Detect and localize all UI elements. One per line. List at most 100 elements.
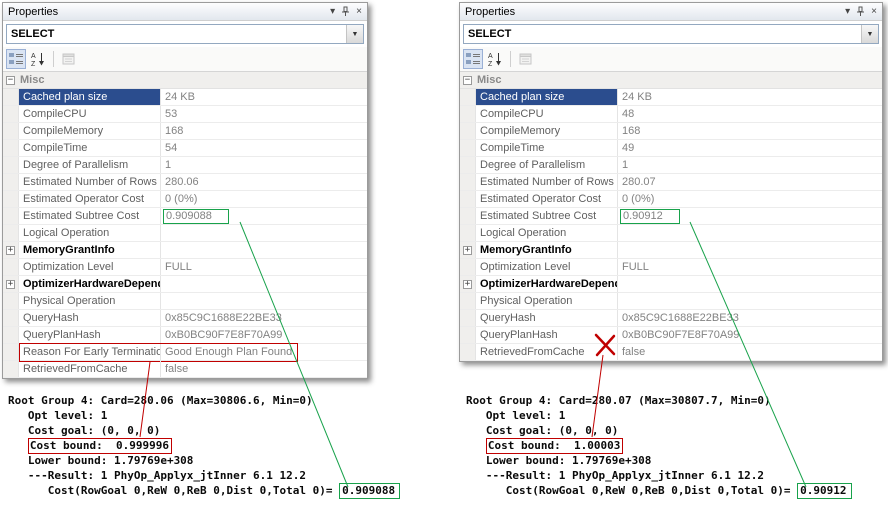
property-row[interactable]: Estimated Operator Cost 0 (0%) [3, 191, 367, 208]
property-grid: − Misc Cached plan size 24 KB CompileCPU 48… [460, 72, 882, 361]
expand-icon[interactable]: + [6, 245, 15, 255]
row-gutter [3, 208, 19, 224]
property-value [161, 242, 367, 258]
panel-titlebar[interactable]: Properties ▾ × [460, 3, 882, 21]
object-selector-dropdown[interactable]: SELECT ▼ [463, 24, 879, 44]
dropdown-arrow-icon[interactable]: ▼ [861, 25, 878, 43]
category-row-misc[interactable]: − Misc [460, 72, 882, 89]
panel-titlebar[interactable]: Properties ▾ × [3, 3, 367, 21]
property-row[interactable]: Cached plan size 24 KB [3, 89, 367, 106]
property-row[interactable]: RetrievedFromCache false [3, 361, 367, 378]
row-gutter [3, 327, 19, 343]
close-icon[interactable]: × [871, 6, 877, 17]
property-row[interactable]: RetrievedFromCache false [460, 344, 882, 361]
property-row[interactable]: Estimated Subtree Cost 0.90912 [460, 208, 882, 225]
memo-line: Opt level: 1 [466, 408, 852, 423]
object-selector-dropdown[interactable]: SELECT ▼ [6, 24, 364, 44]
property-row[interactable]: Physical Operation [3, 293, 367, 310]
property-row[interactable]: + MemoryGrantInfo [3, 242, 367, 259]
expand-icon-cell[interactable]: + [460, 276, 476, 292]
pin-icon[interactable] [341, 6, 350, 17]
property-name: Degree of Parallelism [476, 157, 618, 173]
property-pages-icon[interactable] [59, 49, 79, 69]
memo-text: Cost goal: (0, 0, 0) [466, 424, 619, 437]
pin-icon[interactable] [856, 6, 865, 17]
property-row[interactable]: Physical Operation [460, 293, 882, 310]
collapse-icon[interactable]: − [463, 75, 472, 85]
memo-line: Lower bound: 1.79769e+308 [466, 453, 852, 468]
dropdown-arrow-icon[interactable]: ▼ [346, 25, 363, 43]
property-row[interactable]: CompileTime 54 [3, 140, 367, 157]
collapse-icon[interactable]: − [6, 75, 15, 85]
property-row[interactable]: CompileCPU 53 [3, 106, 367, 123]
property-value: FULL [622, 261, 649, 273]
property-value [618, 225, 882, 241]
memo-line: Cost bound: 0.999996 [8, 438, 400, 454]
property-row[interactable]: Optimization Level FULL [460, 259, 882, 276]
property-value: 0x85C9C1688E22BE33 [165, 312, 282, 324]
property-row[interactable]: CompileMemory 168 [460, 123, 882, 140]
row-gutter [460, 208, 476, 224]
property-row[interactable]: QueryPlanHash 0xB0BC90F7E8F70A99 [460, 327, 882, 344]
property-row[interactable]: Logical Operation [3, 225, 367, 242]
property-row[interactable]: QueryHash 0x85C9C1688E22BE33 [460, 310, 882, 327]
expand-icon-cell[interactable]: + [3, 276, 19, 292]
memo-text: Opt level: 1 [8, 409, 108, 422]
property-value [161, 225, 367, 241]
property-row[interactable]: QueryPlanHash 0xB0BC90F7E8F70A99 [3, 327, 367, 344]
row-gutter [460, 310, 476, 326]
property-row[interactable]: Optimization Level FULL [3, 259, 367, 276]
row-gutter [3, 344, 19, 360]
memo-text: ---Result: 1 PhyOp_Applyx_jtInner 6.1 12… [8, 469, 307, 482]
expand-icon[interactable]: + [463, 279, 472, 289]
property-row[interactable]: + OptimizerHardwareDependen [460, 276, 882, 293]
property-pages-icon[interactable] [516, 49, 536, 69]
expand-icon-cell[interactable]: + [3, 242, 19, 258]
property-grid: − Misc Cached plan size 24 KB CompileCPU 53… [3, 72, 367, 378]
property-row[interactable]: Estimated Number of Rows 280.06 [3, 174, 367, 191]
expand-icon[interactable]: + [463, 245, 472, 255]
property-row[interactable]: Estimated Operator Cost 0 (0%) [460, 191, 882, 208]
category-row-misc[interactable]: − Misc [3, 72, 367, 89]
property-row[interactable]: Estimated Subtree Cost 0.909088 [3, 208, 367, 225]
property-name: CompileMemory [476, 123, 618, 139]
property-row[interactable]: Reason For Early Termination Good Enough … [3, 343, 367, 362]
property-value [618, 276, 882, 292]
memo-text [8, 439, 28, 452]
property-row[interactable]: Degree of Parallelism 1 [3, 157, 367, 174]
property-value: 0xB0BC90F7E8F70A99 [622, 329, 740, 341]
property-name: Logical Operation [476, 225, 618, 241]
property-row[interactable]: QueryHash 0x85C9C1688E22BE33 [3, 310, 367, 327]
property-name: MemoryGrantInfo [476, 242, 618, 258]
memo-line: Opt level: 1 [8, 408, 400, 423]
property-value: 49 [622, 142, 635, 154]
optimizer-memo-left: Root Group 4: Card=280.06 (Max=30806.6, … [8, 393, 401, 499]
property-row[interactable]: CompileMemory 168 [3, 123, 367, 140]
categorized-icon[interactable] [6, 49, 26, 69]
row-gutter [3, 89, 19, 105]
property-value: 0.909088 [161, 208, 367, 224]
property-value: false [165, 363, 189, 375]
property-row[interactable]: Cached plan size 24 KB [460, 89, 882, 106]
expand-icon-cell[interactable]: + [460, 242, 476, 258]
window-menu-icon[interactable]: ▾ [845, 6, 850, 17]
property-value: FULL [165, 261, 192, 273]
property-row[interactable]: + OptimizerHardwareDependen [3, 276, 367, 293]
property-row[interactable]: Estimated Number of Rows 280.07 [460, 174, 882, 191]
memo-line: Cost bound: 1.00003 [466, 438, 852, 454]
alphabetical-sort-icon[interactable]: AZ [485, 49, 505, 69]
property-row[interactable]: + MemoryGrantInfo [460, 242, 882, 259]
window-menu-icon[interactable]: ▾ [330, 6, 335, 17]
property-row[interactable]: CompileTime 49 [460, 140, 882, 157]
expand-icon[interactable]: + [6, 279, 15, 289]
property-row[interactable]: CompileCPU 48 [460, 106, 882, 123]
property-name: QueryHash [19, 310, 161, 326]
close-icon[interactable]: × [356, 6, 362, 17]
alphabetical-sort-icon[interactable]: AZ [28, 49, 48, 69]
property-name: Estimated Operator Cost [476, 191, 618, 207]
property-row[interactable]: Logical Operation [460, 225, 882, 242]
property-value: 168 [622, 125, 641, 137]
categorized-icon[interactable] [463, 49, 483, 69]
row-gutter [460, 225, 476, 241]
property-row[interactable]: Degree of Parallelism 1 [460, 157, 882, 174]
